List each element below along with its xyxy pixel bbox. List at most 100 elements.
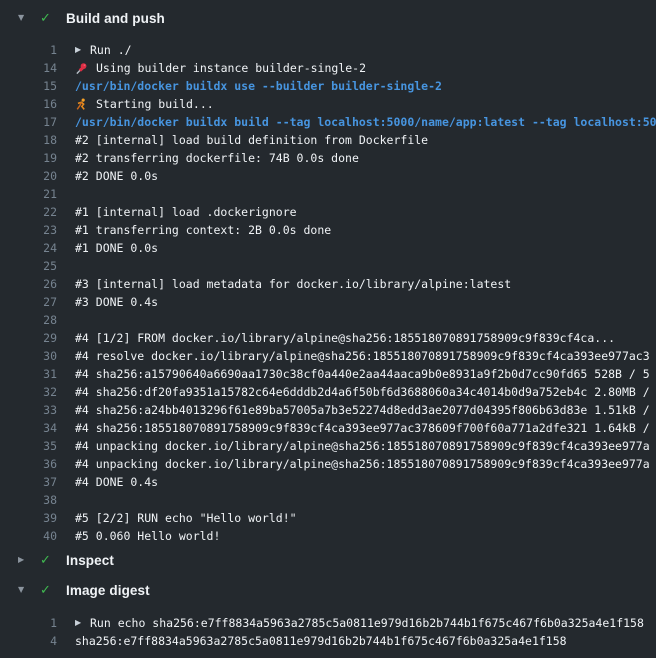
line-number[interactable]: 26 <box>0 275 57 293</box>
log-line: 23 #1 transferring context: 2B 0.0s done <box>0 221 656 239</box>
line-number[interactable]: 28 <box>0 311 57 329</box>
line-number[interactable]: 31 <box>0 365 57 383</box>
log-line: 31 #4 sha256:a15790640a6690aa1730c38cf0a… <box>0 365 656 383</box>
line-content: #4 DONE 0.4s <box>75 473 158 491</box>
line-number[interactable]: 29 <box>0 329 57 347</box>
log-line: 32 #4 sha256:df20fa9351a15782c64e6dddb2d… <box>0 383 656 401</box>
line-number[interactable]: 30 <box>0 347 57 365</box>
line-text: #4 DONE 0.4s <box>75 473 158 491</box>
line-number[interactable]: 24 <box>0 239 57 257</box>
line-text: #4 sha256:185518070891758909c9f839cf4ca3… <box>75 419 650 437</box>
log-line: 27 #3 DONE 0.4s <box>0 293 656 311</box>
line-number[interactable]: 21 <box>0 185 57 203</box>
line-number[interactable]: 33 <box>0 401 57 419</box>
line-number[interactable]: 18 <box>0 131 57 149</box>
log-line: 35 #4 unpacking docker.io/library/alpine… <box>0 437 656 455</box>
line-text: #4 [1/2] FROM docker.io/library/alpine@s… <box>75 329 615 347</box>
line-content: #2 [internal] load build definition from… <box>75 131 428 149</box>
line-content: #1 transferring context: 2B 0.0s done <box>75 221 331 239</box>
line-number[interactable]: 1 <box>0 614 57 632</box>
line-text: #3 [internal] load metadata for docker.i… <box>75 275 511 293</box>
log-line: 36 #4 unpacking docker.io/library/alpine… <box>0 455 656 473</box>
line-text: #5 0.060 Hello world! <box>75 527 220 545</box>
section-title: Image digest <box>66 583 150 598</box>
line-number[interactable]: 22 <box>0 203 57 221</box>
line-content: #1 [internal] load .dockerignore <box>75 203 297 221</box>
log-sections: ▼ ✓ Build and push 1 ▶Run ./ 14 Using bu… <box>0 0 656 650</box>
line-text: /usr/bin/docker buildx use --builder bui… <box>75 77 442 95</box>
section-body: 1 ▶Run ./ 14 Using builder instance buil… <box>0 41 656 545</box>
line-number[interactable]: 27 <box>0 293 57 311</box>
line-content: #3 [internal] load metadata for docker.i… <box>75 275 511 293</box>
log-line: 20 #2 DONE 0.0s <box>0 167 656 185</box>
log-line: 1 ▶Run echo sha256:e7ff8834a5963a2785c5a… <box>0 614 656 632</box>
log-line: 19 #2 transferring dockerfile: 74B 0.0s … <box>0 149 656 167</box>
line-content: #3 DONE 0.4s <box>75 293 158 311</box>
line-text: #4 resolve docker.io/library/alpine@sha2… <box>75 347 650 365</box>
line-number[interactable]: 37 <box>0 473 57 491</box>
line-text: Starting build... <box>96 95 214 113</box>
line-text: #3 DONE 0.4s <box>75 293 158 311</box>
line-text: sha256:e7ff8834a5963a2785c5a0811e979d16b… <box>75 632 567 650</box>
expand-arrow-icon[interactable]: ▶ <box>75 619 90 627</box>
line-number[interactable]: 15 <box>0 77 57 95</box>
line-text: #4 sha256:a24bb4013296f61e89ba57005a7b3e… <box>75 401 650 419</box>
chevron-down-icon[interactable]: ▼ <box>18 586 30 594</box>
line-text: #1 transferring context: 2B 0.0s done <box>75 221 331 239</box>
line-number[interactable]: 20 <box>0 167 57 185</box>
line-number[interactable]: 25 <box>0 257 57 275</box>
line-text: #4 unpacking docker.io/library/alpine@sh… <box>75 437 650 455</box>
line-content: Starting build... <box>75 95 214 113</box>
line-content: ▶Run ./ <box>75 41 132 59</box>
line-number[interactable]: 1 <box>0 41 57 59</box>
log-line: 4 sha256:e7ff8834a5963a2785c5a0811e979d1… <box>0 632 656 650</box>
chevron-down-icon[interactable]: ▼ <box>18 14 30 22</box>
log-line: 40 #5 0.060 Hello world! <box>0 527 656 545</box>
line-content: /usr/bin/docker buildx use --builder bui… <box>75 77 442 95</box>
line-text: #4 unpacking docker.io/library/alpine@sh… <box>75 455 650 473</box>
line-text: #2 DONE 0.0s <box>75 167 158 185</box>
line-number[interactable]: 17 <box>0 113 57 131</box>
line-text: #4 sha256:df20fa9351a15782c64e6dddb2d4a6… <box>75 383 650 401</box>
line-content: sha256:e7ff8834a5963a2785c5a0811e979d16b… <box>75 632 567 650</box>
chevron-right-icon[interactable]: ▶ <box>18 556 30 564</box>
section-header[interactable]: ▼ ✓ Build and push <box>0 0 656 36</box>
workflow-log-viewer: ▼ ✓ Build and push 1 ▶Run ./ 14 Using bu… <box>0 0 656 658</box>
line-number[interactable]: 23 <box>0 221 57 239</box>
section-title: Inspect <box>66 553 114 568</box>
line-number[interactable]: 35 <box>0 437 57 455</box>
section-body: 1 ▶Run echo sha256:e7ff8834a5963a2785c5a… <box>0 614 656 650</box>
line-content: #4 sha256:185518070891758909c9f839cf4ca3… <box>75 419 650 437</box>
pushpin-icon <box>75 62 88 75</box>
line-number[interactable]: 19 <box>0 149 57 167</box>
line-number[interactable]: 4 <box>0 632 57 650</box>
success-check-icon: ✓ <box>40 584 56 597</box>
section-header[interactable]: ▼ ✓ Image digest <box>0 575 656 605</box>
line-number[interactable]: 34 <box>0 419 57 437</box>
line-content: #4 sha256:df20fa9351a15782c64e6dddb2d4a6… <box>75 383 650 401</box>
log-section: ▼ ✓ Build and push 1 ▶Run ./ 14 Using bu… <box>0 0 656 545</box>
line-content: /usr/bin/docker buildx build --tag local… <box>75 113 656 131</box>
line-number[interactable]: 32 <box>0 383 57 401</box>
line-content: Using builder instance builder-single-2 <box>75 59 366 77</box>
expand-arrow-icon[interactable]: ▶ <box>75 46 90 54</box>
log-line: 21 <box>0 185 656 203</box>
section-header[interactable]: ▶ ✓ Inspect <box>0 545 656 575</box>
line-number[interactable]: 14 <box>0 59 57 77</box>
log-line: 18 #2 [internal] load build definition f… <box>0 131 656 149</box>
log-line: 15 /usr/bin/docker buildx use --builder … <box>0 77 656 95</box>
line-number[interactable]: 36 <box>0 455 57 473</box>
log-line: 1 ▶Run ./ <box>0 41 656 59</box>
line-number[interactable]: 39 <box>0 509 57 527</box>
line-text: #2 [internal] load build definition from… <box>75 131 428 149</box>
log-section: ▶ ✓ Inspect <box>0 545 656 575</box>
line-content: #5 0.060 Hello world! <box>75 527 220 545</box>
line-content: #4 resolve docker.io/library/alpine@sha2… <box>75 347 650 365</box>
log-line: 16 Starting build... <box>0 95 656 113</box>
line-number[interactable]: 38 <box>0 491 57 509</box>
success-check-icon: ✓ <box>40 12 56 25</box>
line-number[interactable]: 16 <box>0 95 57 113</box>
line-number[interactable]: 40 <box>0 527 57 545</box>
line-text: #1 [internal] load .dockerignore <box>75 203 297 221</box>
line-text: #5 [2/2] RUN echo "Hello world!" <box>75 509 297 527</box>
